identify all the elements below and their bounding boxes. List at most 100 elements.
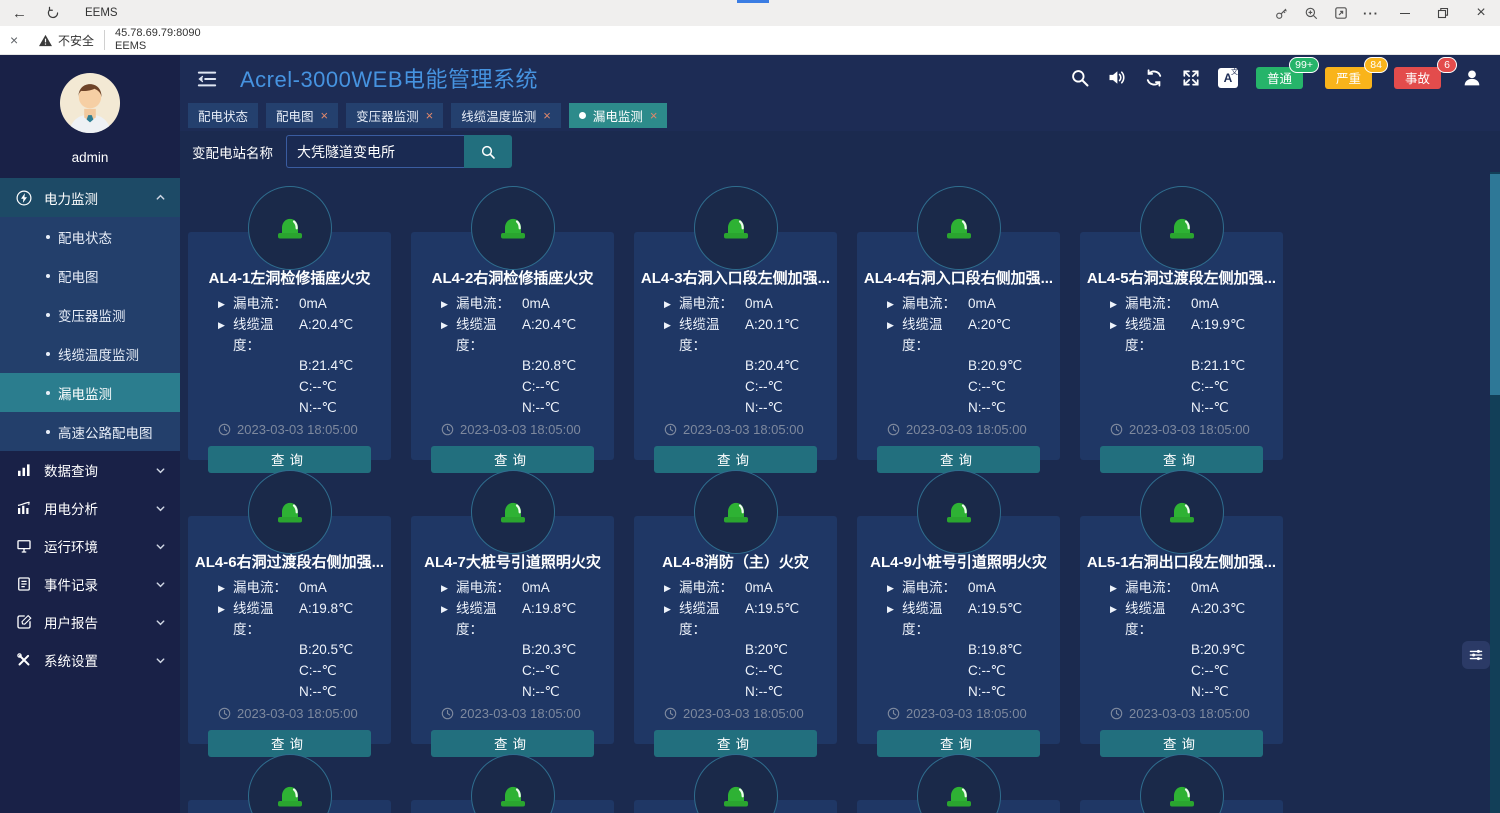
sidebar: admin 电力监测 配电状态 配电图 变压器监测 线缆温度监测 漏电监测 高速… [0,55,180,813]
close-button[interactable]: × [1462,0,1500,26]
browser-refresh-icon[interactable] [45,0,61,26]
scrollbar-thumb[interactable] [1490,174,1500,395]
clock-icon [218,707,231,720]
scrollbar-track[interactable] [1490,172,1500,813]
tab-close-icon[interactable]: × [426,109,434,122]
tab-close-icon[interactable]: × [321,109,329,122]
sidebar-item-data-query[interactable]: 数据查询 [0,451,180,489]
search-icon[interactable] [1068,66,1092,90]
tabs-bar: 配电状态 配电图× 变压器监测× 线缆温度监测× 漏电监测× [180,100,1500,131]
divider [104,30,105,50]
leakage-label: 漏电流： [456,294,522,315]
close-icon[interactable]: × [10,32,32,48]
card-title: AL4-7大桩号引道照明火灾 [411,554,614,572]
sidebar-item-operating-environment[interactable]: 运行环境 [0,527,180,565]
query-button[interactable]: 查询 [1100,730,1263,757]
device-card: AL4-8消防（主）火灾 ▶ 漏电流： 0mA ▶ 线缆温度： A:19.5℃ … [634,470,837,744]
status-indicator-circle [471,470,555,554]
browser-back-icon[interactable]: ← [12,5,27,22]
temp-n-value: N:--℃ [1191,398,1229,419]
query-button[interactable]: 查询 [208,446,371,473]
sidebar-item-event-records[interactable]: 事件记录 [0,565,180,603]
card-title: AL4-3右洞入口段左侧加强... [634,270,837,288]
status-indicator-circle [917,186,1001,270]
restore-button[interactable] [1424,0,1462,26]
query-button[interactable]: 查询 [431,730,594,757]
sidebar-item-system-settings[interactable]: 系统设置 [0,641,180,679]
leakage-row: ▶ 漏电流： 0mA [634,578,837,599]
query-button[interactable]: 查询 [1100,446,1263,473]
device-card: AL4-6右洞过渡段右侧加强... ▶ 漏电流： 0mA ▶ 线缆温度： A:1… [188,470,391,744]
query-button[interactable]: 查询 [208,730,371,757]
temperature-row: C:--℃ [634,377,837,398]
accident-alarm-button[interactable]: 事故 6 [1394,67,1441,89]
bullet-icon [46,274,50,278]
temperature-label: 线缆温度： [456,599,522,641]
key-icon[interactable] [1266,0,1296,26]
user-icon[interactable] [1460,66,1484,90]
minimize-button[interactable] [1386,0,1424,26]
sidebar-item-power-monitoring[interactable]: 电力监测 [0,178,180,217]
tab-distribution-diagram[interactable]: 配电图× [266,103,338,128]
alarm-beacon-icon [939,776,979,813]
query-button[interactable]: 查询 [431,446,594,473]
settings-sliders-button[interactable] [1462,641,1490,669]
browser-urlbar: × 不安全 45.78.69.79:8090 EEMS [0,26,1500,55]
font-size-icon[interactable]: A文 [1216,66,1240,90]
leakage-row: ▶ 漏电流： 0mA [857,578,1060,599]
tab-leakage-monitoring[interactable]: 漏电监测× [569,103,668,128]
tab-close-icon[interactable]: × [543,109,551,122]
timestamp-row: 2023-03-03 18:05:00 [1080,706,1283,721]
card-title: AL4-9小桩号引道照明火灾 [857,554,1060,572]
temp-b-value: B:21.1℃ [1191,356,1245,377]
security-warning[interactable]: 不安全 [38,32,94,49]
tab-close-icon[interactable]: × [650,109,658,122]
leakage-label: 漏电流： [902,294,968,315]
temp-a-value: A:19.5℃ [968,599,1022,641]
tab-cable-temperature[interactable]: 线缆温度监测× [451,103,561,128]
temperature-row: C:--℃ [1080,661,1283,682]
temperature-label: 线缆温度： [679,315,745,357]
bullet-icon [46,352,50,356]
temp-a-value: A:19.8℃ [299,599,353,641]
sidebar-item-distribution-status[interactable]: 配电状态 [0,217,180,256]
fullscreen-icon[interactable] [1179,66,1203,90]
bullet-icon [46,391,50,395]
tab-distribution-status[interactable]: 配电状态 [188,103,258,128]
query-button[interactable]: 查询 [877,730,1040,757]
zoom-in-icon[interactable] [1296,0,1326,26]
temp-a-value: A:20.1℃ [745,315,799,357]
tab-transformer-monitoring[interactable]: 变压器监测× [346,103,443,128]
device-card: AL4-1左洞检修插座火灾 ▶ 漏电流： 0mA ▶ 线缆温度： A:20.4℃… [188,186,391,460]
leakage-value: 0mA [1191,294,1219,315]
browser-menu-icon[interactable]: ··· [1356,0,1386,26]
temperature-row: B:20.4℃ [634,356,837,377]
card-title: AL4-6右洞过渡段右侧加强... [188,554,391,572]
refresh-icon[interactable] [1142,66,1166,90]
sidebar-item-cable-temperature[interactable]: 线缆温度监测 [0,334,180,373]
search-button[interactable] [464,135,512,168]
query-button[interactable]: 查询 [654,730,817,757]
edit-icon [15,613,33,631]
station-search-input[interactable] [286,135,464,168]
sidebar-item-power-analysis[interactable]: 用电分析 [0,489,180,527]
device-card-partial [411,754,614,813]
query-button[interactable]: 查询 [654,446,817,473]
sidebar-item-transformer-monitoring[interactable]: 变压器监测 [0,295,180,334]
tab-accent-bar [737,0,769,3]
open-in-browser-icon[interactable] [1326,0,1356,26]
temp-a-value: A:20.4℃ [299,315,353,357]
sidebar-item-user-reports[interactable]: 用户报告 [0,603,180,641]
timestamp-row: 2023-03-03 18:05:00 [188,422,391,437]
query-button[interactable]: 查询 [877,446,1040,473]
sidebar-item-leakage-monitoring[interactable]: 漏电监测 [0,373,180,412]
severe-alarm-button[interactable]: 严重 84 [1325,67,1372,89]
temp-a-value: A:20.4℃ [522,315,576,357]
menu-fold-icon[interactable] [196,69,218,89]
normal-alarm-button[interactable]: 普通 99+ [1256,67,1303,89]
sidebar-item-highway-distribution[interactable]: 高速公路配电图 [0,412,180,451]
speaker-icon[interactable] [1105,66,1129,90]
sub-item-label: 变压器监测 [58,305,126,325]
sidebar-item-distribution-diagram[interactable]: 配电图 [0,256,180,295]
leakage-label: 漏电流： [679,578,745,599]
